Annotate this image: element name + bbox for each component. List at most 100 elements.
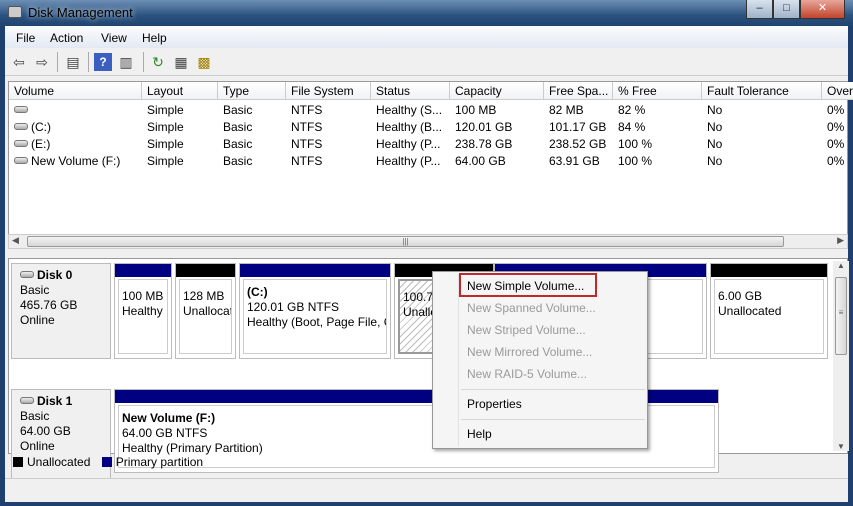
legend-unallocated: Unallocated (13, 455, 90, 469)
table-cell: Healthy (B... (371, 118, 450, 135)
disk-icon (20, 397, 34, 404)
column-header-3[interactable]: File System (286, 82, 371, 100)
column-header-5[interactable]: Capacity (450, 82, 544, 100)
partition-status: Healthy (Boot, Page File, C (247, 315, 387, 329)
disk-label-0[interactable]: Disk 0 Basic 465.76 GB Online (11, 263, 111, 359)
partition-size: 120.01 GB NTFS (247, 300, 340, 314)
table-cell: 0% (822, 101, 853, 118)
scrollbar-thumb[interactable]: ≡ (835, 277, 847, 355)
column-header-7[interactable]: % Free (613, 82, 702, 100)
scrollbar-thumb[interactable]: ||| (27, 236, 784, 247)
column-header-8[interactable]: Fault Tolerance (702, 82, 822, 100)
close-button[interactable]: ✕ (800, 0, 845, 19)
disk-size: 64.00 GB (20, 424, 71, 438)
minimize-button[interactable]: – (746, 0, 773, 19)
menu-view[interactable]: View (101, 31, 127, 45)
column-header-6[interactable]: Free Spa... (544, 82, 613, 100)
table-cell (9, 101, 142, 118)
show-action-pane-icon[interactable]: ▥ (117, 53, 135, 71)
partition-bar (240, 264, 390, 277)
column-header-0[interactable]: Volume (9, 82, 142, 100)
partition-0-0[interactable]: 100 MB NHealthy (114, 263, 172, 359)
disk-icon (20, 271, 34, 278)
maximize-button[interactable]: □ (773, 0, 800, 19)
cell-text: 120.01 GB (455, 120, 513, 134)
legend: Unallocated Primary partition (8, 455, 848, 473)
cell-text: No (707, 103, 723, 117)
disk-type: Basic (20, 409, 50, 423)
properties-icon[interactable]: ▦ (172, 53, 190, 71)
cell-text: 82 % (618, 103, 646, 117)
table-row[interactable]: (C:) Simple Basic NTFS Healthy (B... 120.01 G… (9, 118, 849, 135)
menu-action[interactable]: Action (50, 31, 83, 45)
menu-help[interactable]: Help (142, 31, 167, 45)
column-header-1[interactable]: Layout (142, 82, 218, 100)
table-cell: NTFS (286, 152, 371, 169)
cell-text: No (707, 154, 723, 168)
table-cell: (E:) (9, 135, 142, 152)
volume-list: Volume Layout Type File System Status Capacit… (8, 81, 853, 249)
help-icon[interactable]: ? (94, 53, 112, 71)
partition-0-5[interactable]: 6.00 GB Unallocated (710, 263, 828, 359)
cell-text: Simple (147, 154, 184, 168)
table-cell: 100 % (613, 152, 702, 169)
table-cell: Simple (142, 152, 218, 169)
disk-name-text: Disk 1 (37, 394, 73, 408)
cell-text: 84 % (618, 120, 646, 134)
cell-text: Simple (147, 103, 184, 117)
table-cell: Basic (218, 118, 286, 135)
cell-text: Healthy (S... (376, 103, 443, 117)
table-cell: No (702, 101, 822, 118)
partition-body: 100 MB NHealthy (118, 279, 168, 354)
column-header-9[interactable]: Over (822, 82, 853, 100)
column-header-4[interactable]: Status (371, 82, 450, 100)
forward-icon[interactable]: ⇨ (33, 53, 51, 71)
partition-body: (C:) 120.01 GB NTFS Healthy (Boot, Page Fi… (243, 279, 387, 354)
context-menu: New Simple Volume... New Spanned Volume..… (432, 271, 648, 449)
disk-name: Disk 0 (20, 268, 102, 283)
cell-text: Healthy (P... (376, 137, 441, 151)
status-bar (5, 478, 848, 500)
menu-item-new-raid-5-volume: New RAID-5 Volume... (467, 367, 588, 381)
back-icon[interactable]: ⇦ (10, 53, 28, 71)
table-cell: Simple (142, 118, 218, 135)
partition-0-1[interactable]: 128 MB Unallocat (175, 263, 236, 359)
disk-drive-icon (14, 106, 28, 113)
cell-text: 82 MB (549, 103, 584, 117)
table-cell: No (702, 118, 822, 135)
refresh-icon[interactable]: ↻ (149, 53, 167, 71)
menu-item-new-spanned-volume: New Spanned Volume... (467, 301, 596, 315)
highlight-box (459, 273, 597, 297)
cell-text: 63.91 GB (549, 154, 600, 168)
vertical-scrollbar[interactable]: ▲ ≡ ▼ (833, 261, 849, 451)
table-cell: (C:) (9, 118, 142, 135)
table-cell: 238.78 GB (450, 135, 544, 152)
table-row[interactable]: (E:) Simple Basic NTFS Healthy (P... 238.78 G… (9, 135, 849, 152)
table-cell: 84 % (613, 118, 702, 135)
cell-text: 101.17 GB (549, 120, 607, 134)
column-header-2[interactable]: Type (218, 82, 286, 100)
console-tree-icon[interactable]: ▤ (64, 53, 82, 71)
disk-drive-icon (14, 140, 28, 147)
menu-file[interactable]: File (16, 31, 35, 45)
menu-item-help[interactable]: Help (461, 423, 645, 445)
partition-bar (176, 264, 235, 277)
table-row[interactable]: Simple Basic NTFS Healthy (S... 100 MB 82 MB 8… (9, 101, 849, 118)
horizontal-scrollbar[interactable]: ◀ ||| ▶ (8, 234, 848, 249)
cell-text: Basic (223, 137, 253, 151)
table-cell: 64.00 GB (450, 152, 544, 169)
rescan-disks-icon[interactable]: ▩ (195, 53, 213, 71)
table-cell: 0% (822, 152, 853, 169)
menu-item-properties[interactable]: Properties (461, 393, 645, 415)
table-cell: Healthy (P... (371, 135, 450, 152)
partition-status: Unallocat (183, 304, 232, 318)
disk-state: Online (20, 313, 55, 327)
cell-text: (E:) (31, 137, 51, 151)
partition-size: 128 MB (183, 289, 225, 303)
table-cell: 82 MB (544, 101, 613, 118)
table-row[interactable]: New Volume (F:) Simple Basic NTFS Healthy (P… (9, 152, 849, 169)
cell-text: No (707, 137, 723, 151)
partition-0-2[interactable]: (C:) 120.01 GB NTFS Healthy (Boot, Page Fi… (239, 263, 391, 359)
menu-separator (461, 419, 645, 420)
disk-name-text: Disk 0 (37, 268, 73, 282)
